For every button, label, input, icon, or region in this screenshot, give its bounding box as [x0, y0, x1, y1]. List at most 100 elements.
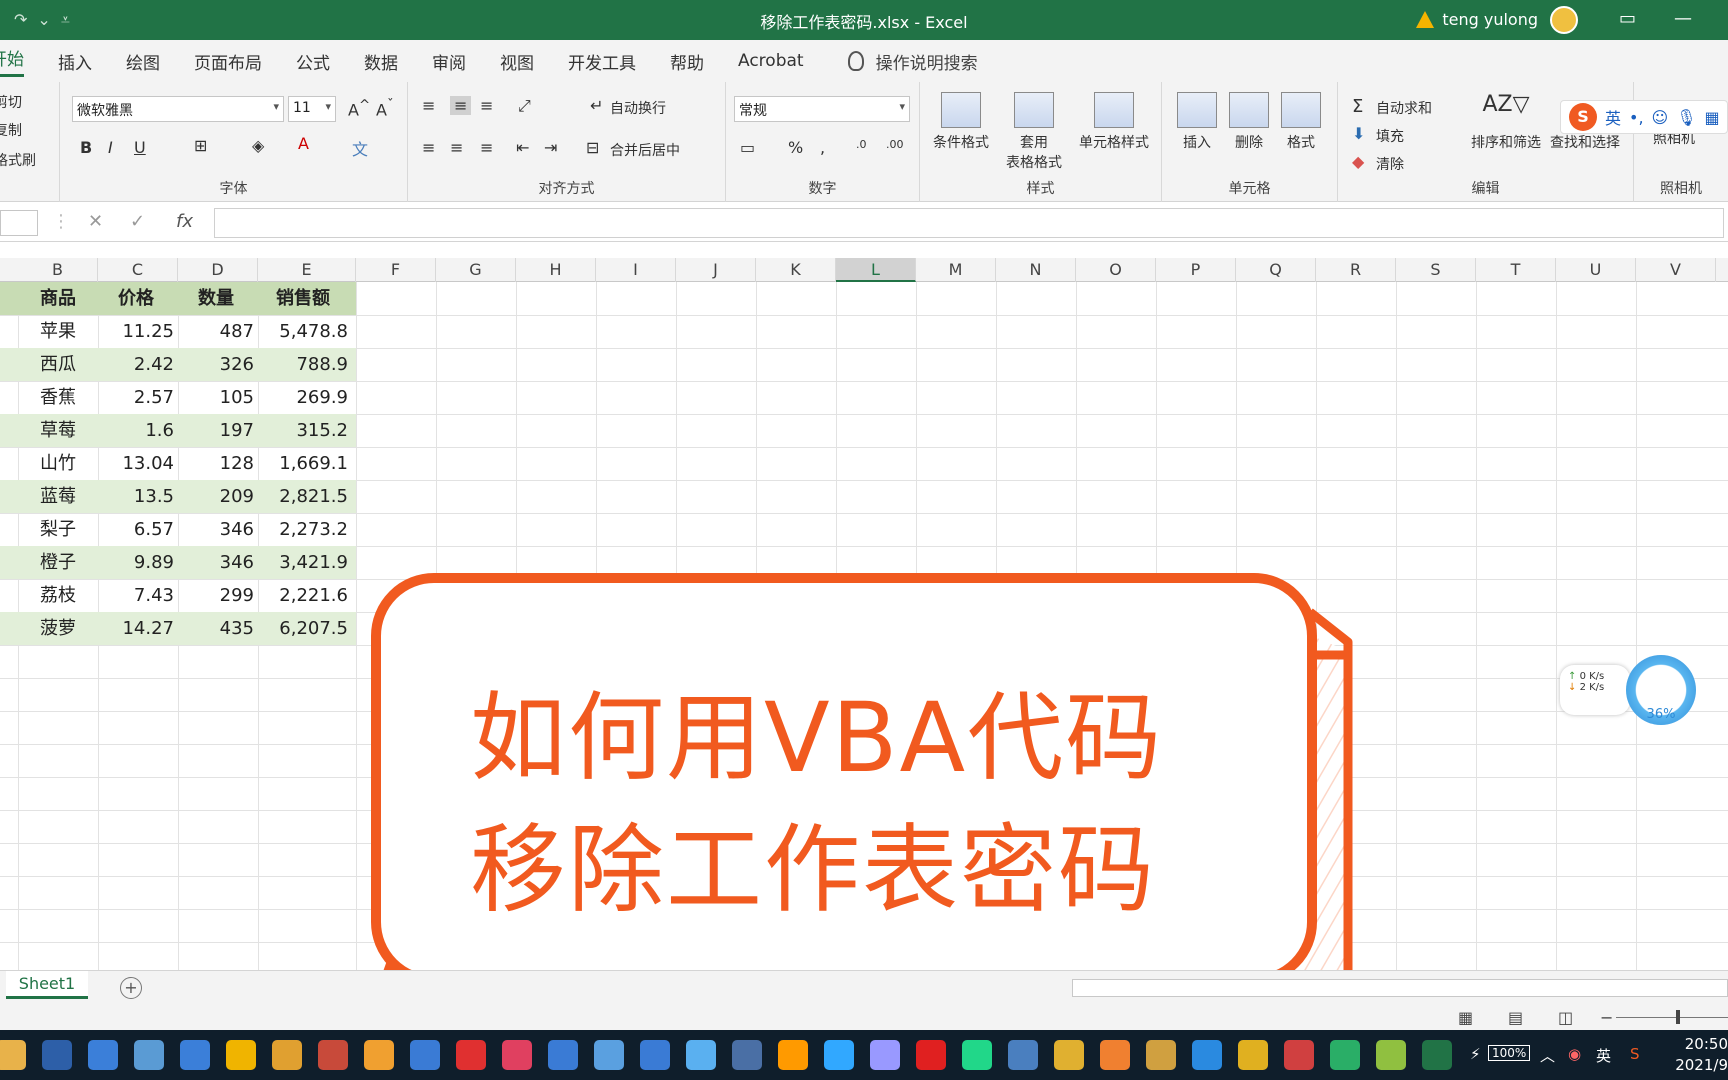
table-cell[interactable]: 435 [178, 612, 254, 645]
dragon-icon[interactable] [1008, 1040, 1038, 1070]
table-row[interactable]: 山竹 13.04 128 1,669.1 [0, 447, 356, 480]
table-cell[interactable]: 11.25 [98, 315, 174, 348]
column-header-s[interactable]: S [1396, 258, 1476, 282]
sogou-tray-icon[interactable]: S [1630, 1045, 1640, 1063]
table-row[interactable]: 荔枝 7.43 299 2,221.6 [0, 579, 356, 612]
xmind-icon[interactable] [456, 1040, 486, 1070]
chevron-up-icon[interactable]: ︿ [1540, 1045, 1555, 1066]
name-box[interactable] [0, 210, 38, 236]
column-header-h[interactable]: H [516, 258, 596, 282]
page-break-view-icon[interactable]: ◫ [1558, 1008, 1573, 1027]
table-cell[interactable]: 7.43 [98, 579, 174, 612]
column-header-b[interactable]: B [18, 258, 98, 282]
table-header-cell[interactable]: 数量 [178, 282, 254, 315]
table-row[interactable]: 苹果 11.25 487 5,478.8 [0, 315, 356, 348]
table-cell[interactable]: 105 [178, 381, 254, 414]
decrease-indent-icon[interactable]: ⇤ [516, 138, 529, 157]
photoshop-icon[interactable] [824, 1040, 854, 1070]
column-header-e[interactable]: E [258, 258, 356, 282]
sort-filter-button[interactable]: AZ▽ 排序和筛选 [1468, 92, 1544, 152]
fill-down-icon[interactable]: ⬇ [1352, 124, 1365, 143]
conditional-format-button[interactable]: 条件格式 [928, 92, 994, 152]
horizontal-scrollbar[interactable] [1072, 979, 1728, 997]
copy-button[interactable]: 复制 [0, 120, 22, 140]
zoom-slider-thumb[interactable] [1676, 1010, 1680, 1024]
insert-function-icon[interactable]: fx [176, 211, 193, 232]
tab-draw[interactable]: 绘图 [126, 49, 160, 74]
tab-insert[interactable]: 插入 [58, 49, 92, 74]
camera-app-icon[interactable] [502, 1040, 532, 1070]
table-cell[interactable]: 1,669.1 [258, 447, 348, 480]
delete-cells-button[interactable]: 删除 [1224, 92, 1274, 152]
column-header-t[interactable]: T [1476, 258, 1556, 282]
tab-formulas[interactable]: 公式 [296, 49, 330, 74]
column-header-d[interactable]: D [178, 258, 258, 282]
table-cell[interactable]: 3,421.9 [258, 546, 348, 579]
tab-developer[interactable]: 开发工具 [568, 49, 636, 74]
r-icon[interactable] [732, 1040, 762, 1070]
table-cell[interactable]: 山竹 [18, 447, 98, 480]
record-icon[interactable]: ◉ [1568, 1045, 1581, 1063]
align-left-icon[interactable]: ≡ [422, 138, 435, 157]
column-header-o[interactable]: O [1076, 258, 1156, 282]
clear-button[interactable]: 清除 [1376, 154, 1404, 174]
table-cell[interactable]: 6.57 [98, 513, 174, 546]
table-cell[interactable]: 2,821.5 [258, 480, 348, 513]
vscode-icon[interactable] [1192, 1040, 1222, 1070]
percent-icon[interactable]: % [788, 138, 803, 157]
table-row[interactable]: 草莓 1.6 197 315.2 [0, 414, 356, 447]
table-cell[interactable]: 橙子 [18, 546, 98, 579]
plug-icon[interactable]: ⚡ [1470, 1045, 1481, 1063]
table-cell[interactable]: 315.2 [258, 414, 348, 447]
ribbon-display-icon[interactable]: ▭ [1619, 8, 1636, 29]
table-cell[interactable]: 346 [178, 513, 254, 546]
table-cell[interactable]: 209 [178, 480, 254, 513]
table-cell[interactable]: 2,273.2 [258, 513, 348, 546]
tab-help[interactable]: 帮助 [670, 49, 704, 74]
fill-button[interactable]: 填充 [1376, 126, 1404, 146]
column-header-k[interactable]: K [756, 258, 836, 282]
punctuation-icon[interactable]: •, [1629, 108, 1644, 127]
insert-cells-button[interactable]: 插入 [1172, 92, 1222, 152]
orientation-icon[interactable]: ⤢ [518, 96, 531, 116]
avatar[interactable] [1550, 6, 1578, 34]
wrap-text-button[interactable]: 自动换行 [610, 98, 666, 118]
tab-acrobat[interactable]: Acrobat [738, 51, 804, 71]
column-header-j[interactable]: J [676, 258, 756, 282]
toolbox-icon[interactable]: ▦ [1705, 108, 1720, 127]
acrobat-icon[interactable] [916, 1040, 946, 1070]
table-cell[interactable]: 蓝莓 [18, 480, 98, 513]
table-cell[interactable]: 6,207.5 [258, 612, 348, 645]
table-cell[interactable]: 荔枝 [18, 579, 98, 612]
increase-decimal-icon[interactable]: .0 [856, 138, 867, 151]
files-icon[interactable] [272, 1040, 302, 1070]
cloud-icon[interactable] [686, 1040, 716, 1070]
comma-icon[interactable]: , [820, 138, 825, 157]
table-cell[interactable]: 346 [178, 546, 254, 579]
column-header-q[interactable]: Q [1236, 258, 1316, 282]
pen-icon[interactable] [134, 1040, 164, 1070]
wrap-text-icon[interactable]: ↵ [590, 96, 603, 115]
increase-font-icon[interactable]: A^ [348, 98, 370, 119]
format-cells-button[interactable]: 格式 [1276, 92, 1326, 152]
panda-icon[interactable] [42, 1040, 72, 1070]
table-cell[interactable]: 13.5 [98, 480, 174, 513]
align-right-icon[interactable]: ≡ [480, 138, 493, 157]
format-painter-button[interactable]: 格式刷 [0, 150, 36, 170]
table-cell[interactable]: 788.9 [258, 348, 348, 381]
table-cell[interactable]: 128 [178, 447, 254, 480]
column-header-u[interactable]: U [1556, 258, 1636, 282]
bold-icon[interactable]: B [80, 138, 92, 157]
font-color-icon[interactable]: A [298, 134, 309, 153]
merge-icon[interactable]: ⊟ [586, 138, 599, 157]
decrease-decimal-icon[interactable]: .00 [886, 138, 904, 151]
zoom-out-icon[interactable]: − [1600, 1008, 1613, 1027]
align-center-icon[interactable]: ≡ [450, 138, 463, 157]
table-cell[interactable]: 487 [178, 315, 254, 348]
formula-input[interactable] [214, 208, 1724, 238]
eraser-icon[interactable]: ◆ [1352, 152, 1364, 171]
table-header-row[interactable]: 商品 价格 数量 销售额 [0, 282, 356, 315]
merge-center-button[interactable]: 合并后居中 [610, 140, 680, 160]
table-cell[interactable]: 梨子 [18, 513, 98, 546]
align-top-icon[interactable]: ≡ [422, 96, 435, 115]
